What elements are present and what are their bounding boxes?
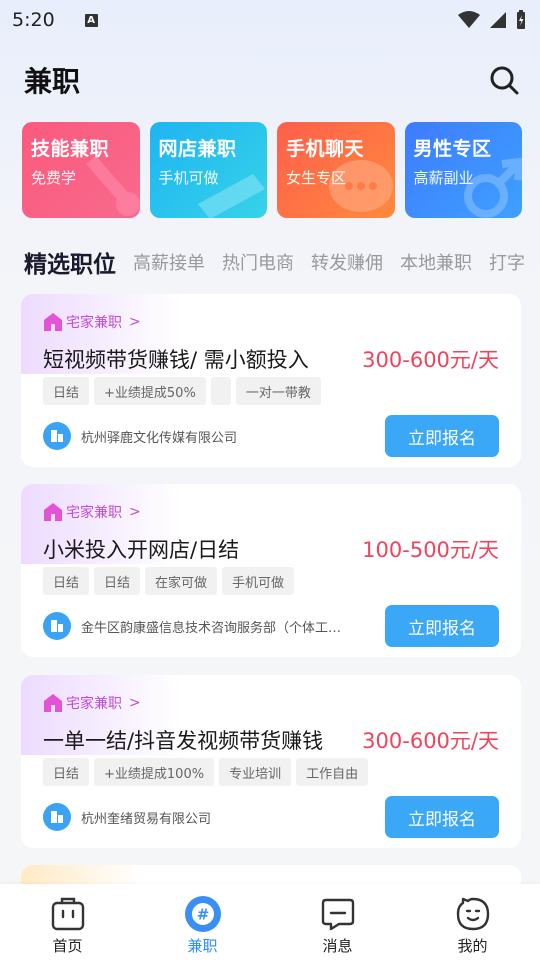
job-tag: 一对一带教 (235, 377, 321, 405)
job-company: 杭州驿鹿文化传媒有限公司 (43, 422, 237, 450)
job-category-link[interactable]: 宅家兼职 > (43, 693, 141, 713)
job-tag: 日结 (94, 567, 141, 595)
company-name: 金牛区韵康盛信息技术咨询服务部（个体工商户） (81, 620, 353, 636)
job-company: 金牛区韵康盛信息技术咨询服务部（个体工商户） (43, 612, 353, 640)
nav-item-profile[interactable]: 我的 (405, 884, 540, 960)
signal-icon (490, 12, 506, 28)
nav-item-home[interactable]: 首页 (0, 884, 135, 960)
hash-icon: # (184, 895, 222, 933)
job-card[interactable]: 宅家兼职 > 小米投入开网店/日结 100-500元/天 日结 日结 在家可做 … (21, 484, 521, 657)
job-title: 小米投入开网店/日结 (43, 538, 240, 562)
job-category-label: 宅家兼职 (66, 505, 122, 521)
apply-button[interactable]: 立即报名 (385, 605, 499, 647)
home-icon (44, 503, 62, 521)
job-card[interactable]: 宅家兼职 > 短视频带货赚钱/ 需小额投入 300-600元/天 日结 +业绩提… (21, 294, 521, 467)
job-tag: 工作自由 (296, 758, 369, 786)
job-tags: 日结 日结 在家可做 手机可做 (43, 567, 295, 595)
job-category-link[interactable]: 宅家兼职 > (43, 502, 141, 522)
tab-typing[interactable]: 打字 (489, 249, 525, 275)
page-title: 兼职 (24, 65, 81, 98)
category-title: 男性专区 (413, 138, 492, 160)
company-name: 杭州驿鹿文化传媒有限公司 (81, 430, 238, 446)
company-name: 杭州奎绪贸易有限公司 (81, 811, 212, 827)
chevron-right-icon: > (129, 695, 141, 711)
notification-a-icon: A (84, 13, 98, 27)
tab-local[interactable]: 本地兼职 (400, 249, 472, 275)
category-subtitle: 手机可做 (158, 169, 219, 187)
job-salary: 300-600元/天 (362, 729, 499, 753)
nav-label: 兼职 (187, 937, 218, 955)
job-tag: 在家可做 (145, 567, 218, 595)
job-tag: 专业培训 (219, 758, 292, 786)
category-subtitle: 高薪副业 (413, 169, 474, 187)
svg-text:#: # (196, 906, 209, 924)
job-category-link[interactable]: 宅家兼职 > (43, 312, 141, 332)
header: 兼职 (0, 55, 540, 105)
job-tag: 日结 (43, 377, 90, 405)
category-subtitle: 女生专区 (286, 169, 347, 187)
job-tags: 日结 +业绩提成50% 一对一带教 (43, 377, 321, 405)
category-card-skill[interactable]: 技能兼职 免费学 (22, 122, 140, 218)
job-category-label: 宅家兼职 (66, 696, 122, 712)
job-tag: 日结 (43, 758, 90, 786)
category-title: 技能兼职 (31, 138, 110, 160)
job-tag: +业绩提成50% (94, 377, 206, 405)
home-icon (44, 313, 62, 331)
nav-item-messages[interactable]: 消息 (270, 884, 405, 960)
job-tags: 日结 +业绩提成100% 专业培训 工作自由 (43, 758, 369, 786)
job-tabs: 精选职位 高薪接单 热门电商 转发赚佣 本地兼职 打字 (24, 240, 540, 284)
category-title: 网店兼职 (158, 138, 237, 160)
search-icon (490, 66, 519, 95)
message-icon (319, 895, 357, 933)
profile-face-icon (454, 895, 492, 933)
job-salary: 100-500元/天 (362, 538, 499, 562)
search-button[interactable] (488, 64, 520, 96)
wifi-icon (458, 11, 480, 28)
battery-icon (517, 10, 525, 29)
nav-label: 首页 (52, 937, 83, 955)
job-title: 一单一结/抖音发视频带货赚钱 (43, 729, 324, 753)
status-time: 5:20 (12, 9, 55, 31)
category-card-shop[interactable]: 网店兼职 手机可做 (149, 122, 267, 218)
building-icon (43, 803, 71, 831)
job-category-label: 宅家兼职 (66, 315, 122, 331)
building-icon (43, 422, 71, 450)
nav-item-jobs[interactable]: # 兼职 (135, 884, 270, 960)
category-subtitle: 免费学 (31, 169, 77, 187)
job-title: 短视频带货赚钱/ 需小额投入 (43, 348, 309, 372)
job-card[interactable]: 宅家兼职 > 一单一结/抖音发视频带货赚钱 300-600元/天 日结 +业绩提… (21, 675, 521, 848)
tab-featured[interactable]: 精选职位 (24, 245, 116, 279)
chevron-right-icon: > (129, 504, 141, 520)
home-icon (44, 694, 62, 712)
tab-forward[interactable]: 转发赚佣 (311, 249, 383, 275)
tab-ecommerce[interactable]: 热门电商 (222, 249, 294, 275)
category-card-chat[interactable]: 手机聊天 女生专区 (277, 122, 395, 218)
category-card-male[interactable]: 男性专区 高薪副业 (404, 122, 522, 218)
apply-button[interactable]: 立即报名 (385, 415, 499, 457)
building-icon (43, 612, 71, 640)
tab-high-pay[interactable]: 高薪接单 (133, 249, 205, 275)
status-bar: 5:20 A (0, 0, 540, 40)
category-title: 手机聊天 (286, 138, 365, 160)
nav-label: 我的 (457, 937, 488, 955)
category-cards: 技能兼职 免费学 网店兼职 手机可做 手机聊天 女生专区 男性专区 高薪副业 (22, 122, 522, 218)
job-company: 杭州奎绪贸易有限公司 (43, 803, 211, 831)
chevron-right-icon: > (129, 314, 141, 330)
job-tag: +业绩提成100% (94, 758, 215, 786)
job-salary: 300-600元/天 (362, 348, 499, 372)
apply-button[interactable]: 立即报名 (385, 796, 499, 838)
job-tag: 手机可做 (222, 567, 295, 595)
nav-label: 消息 (322, 937, 353, 955)
job-tag: 日结 (43, 567, 90, 595)
home-bag-icon (49, 895, 87, 933)
job-tag (210, 377, 231, 405)
bottom-nav: 首页 # 兼职 消息 我的 (0, 884, 540, 960)
